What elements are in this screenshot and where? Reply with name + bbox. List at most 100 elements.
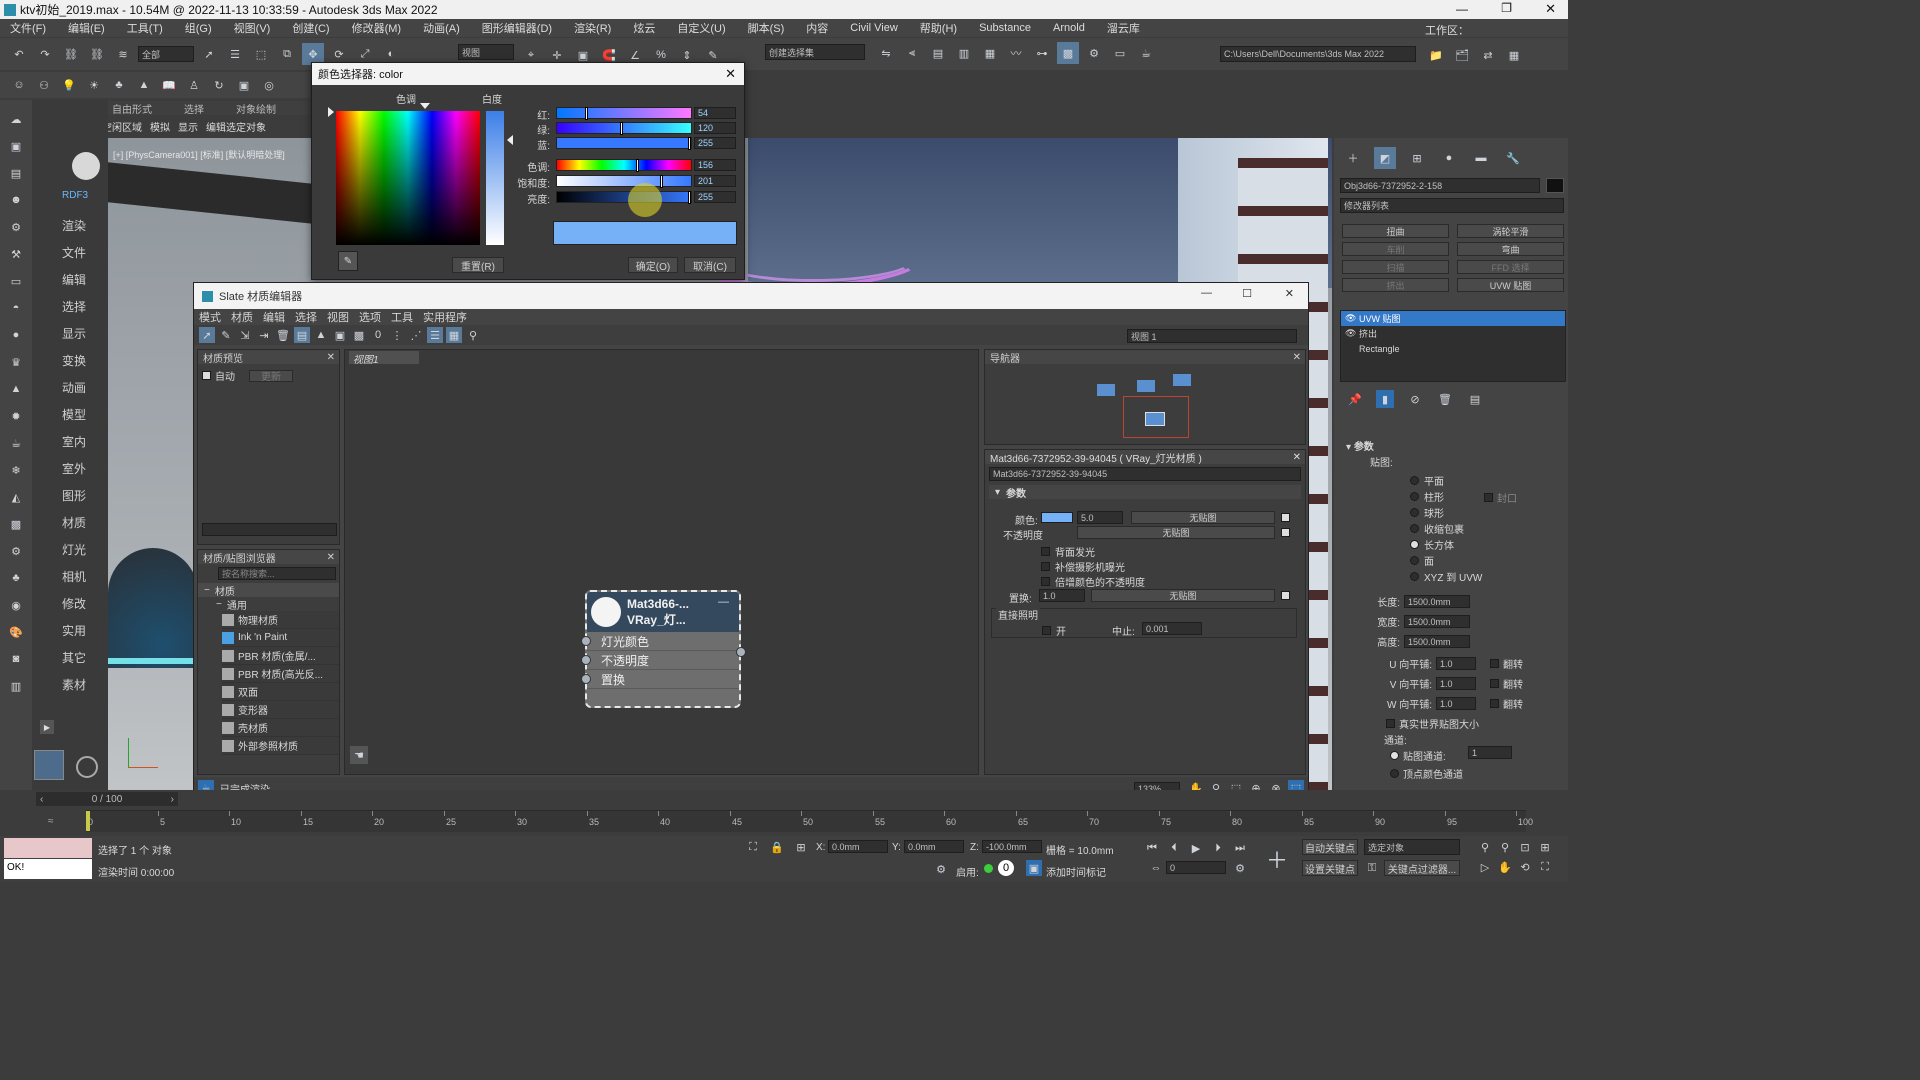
viewport-tile[interactable] xyxy=(34,750,64,780)
zoom-extents-all-icon[interactable]: ⊞ xyxy=(1536,838,1554,856)
sphere-icon[interactable]: ● xyxy=(5,324,27,346)
curve-editor-toggle[interactable]: ≈ xyxy=(48,816,54,827)
selected-object-dropdown[interactable]: 选定对象 xyxy=(1364,839,1460,855)
adaptive-degradation-icon[interactable]: ⚙ xyxy=(932,860,950,878)
assign-material-icon[interactable]: ⇥ xyxy=(256,327,272,343)
time-config-icon[interactable]: ⚙ xyxy=(1232,860,1248,876)
tile-spinner[interactable]: 1.0 xyxy=(1436,677,1476,690)
mapping-option[interactable]: 收缩包裹 xyxy=(1410,522,1482,536)
channel-value[interactable]: 54 xyxy=(694,107,736,119)
modifier-button[interactable]: 扫描 xyxy=(1342,260,1449,274)
sidebar-item[interactable]: 相机 xyxy=(62,568,110,585)
color-map-button[interactable]: 无贴图 xyxy=(1131,511,1275,524)
slate-view-dropdown[interactable]: 视图 1 xyxy=(1127,329,1297,343)
mapping-option[interactable]: 球形 xyxy=(1410,506,1482,520)
canvas-tab[interactable]: 视图1 xyxy=(349,351,419,366)
auto-checkbox[interactable] xyxy=(202,371,211,380)
isolate-icon[interactable]: ⛶ xyxy=(744,838,762,856)
ribbon-tab[interactable]: 选择 xyxy=(184,101,204,116)
color-picker-close[interactable]: ✕ xyxy=(725,66,736,82)
select-tool-icon[interactable]: ➚ xyxy=(199,327,215,343)
real-world-checkbox[interactable] xyxy=(1386,719,1395,728)
sun-icon[interactable]: ☀ xyxy=(83,74,105,96)
hue-saturation-field[interactable] xyxy=(336,111,480,245)
cloud-icon[interactable]: ☁ xyxy=(5,108,27,130)
color-multiplier[interactable]: 5.0 xyxy=(1077,511,1123,524)
channel-value[interactable]: 120 xyxy=(694,122,736,134)
sidebar-item[interactable]: 室外 xyxy=(62,460,110,477)
ribbon-toggle-icon[interactable]: ▦ xyxy=(979,42,1001,64)
slate-menu-item[interactable]: 视图 xyxy=(327,309,349,325)
browser-item[interactable]: Ink 'n Paint xyxy=(222,629,339,647)
show-in-viewport-icon[interactable]: ▲ xyxy=(313,327,329,343)
dimension-spinner[interactable]: 1500.0mm xyxy=(1404,595,1470,608)
material-node[interactable]: Mat3d66-... VRay_灯... — 灯光颜色 不透明度 置换 xyxy=(581,590,746,708)
go-to-start-icon[interactable]: ⏮ xyxy=(1144,840,1160,856)
node-slot[interactable]: 置换 xyxy=(581,670,739,689)
curve-editor-icon[interactable]: 〰 xyxy=(1005,42,1027,64)
ribbon-subtab[interactable]: 显示 xyxy=(178,119,198,134)
sidebar-item[interactable]: 图形 xyxy=(62,487,110,504)
tile-spinner[interactable]: 1.0 xyxy=(1436,697,1476,710)
dimension-spinner[interactable]: 1500.0mm xyxy=(1404,615,1470,628)
preview-close[interactable]: ✕ xyxy=(327,352,335,363)
layout-icon[interactable]: ▤ xyxy=(294,327,310,343)
channel-value[interactable]: 255 xyxy=(694,191,736,203)
channel-value[interactable]: 201 xyxy=(694,175,736,187)
modifier-button[interactable]: 弯曲 xyxy=(1457,242,1564,256)
plant-icon[interactable]: ♣ xyxy=(5,567,27,589)
slate-maximize-button[interactable]: ☐ xyxy=(1242,287,1252,300)
person-icon[interactable]: ☻ xyxy=(5,189,27,211)
background-icon[interactable]: ▣ xyxy=(332,327,348,343)
mapping-option[interactable]: 平面 xyxy=(1410,474,1482,488)
tools-icon[interactable]: ⚒ xyxy=(5,243,27,265)
tile-spinner[interactable]: 1.0 xyxy=(1436,657,1476,670)
browser-item[interactable]: 物理材质 xyxy=(222,611,339,629)
mapping-option[interactable]: XYZ 到 UVW xyxy=(1410,570,1482,584)
slate-menu-item[interactable]: 选项 xyxy=(359,309,381,325)
channel-slider[interactable] xyxy=(556,137,692,150)
node-output-socket[interactable] xyxy=(736,647,746,657)
key-mode-icon[interactable]: ⇔ xyxy=(1148,860,1164,876)
project-folder-icon[interactable]: 📁 xyxy=(1425,44,1447,66)
browser-item[interactable]: 壳材质 xyxy=(222,719,339,737)
channel-slider[interactable] xyxy=(556,191,692,204)
book-icon[interactable]: 📖 xyxy=(158,74,180,96)
hierarchy-icon[interactable]: ⚙ xyxy=(5,216,27,238)
node-canvas[interactable]: 视图1 Mat3d66-... VRay_灯... — 灯光颜色 不透明度 置换 ☚ xyxy=(344,349,979,775)
params-toggle-icon[interactable]: ▦ xyxy=(446,327,462,343)
hue-indicator[interactable] xyxy=(420,103,430,109)
remove-modifier-icon[interactable]: 🗑 xyxy=(1436,390,1454,408)
menu-item[interactable]: 炫云 xyxy=(633,20,655,36)
project-settings-icon[interactable]: 🗂 xyxy=(1451,44,1473,66)
modifier-list-dropdown[interactable]: 修改器列表 xyxy=(1340,198,1564,213)
view-dropdown[interactable]: 视图 xyxy=(458,44,514,60)
slate-menu-item[interactable]: 编辑 xyxy=(263,309,285,325)
slate-menu-item[interactable]: 工具 xyxy=(391,309,413,325)
menu-item[interactable]: 自定义(U) xyxy=(677,20,725,36)
minimize-button[interactable]: — xyxy=(1456,2,1468,16)
bulb-icon[interactable]: ♙ xyxy=(183,74,205,96)
mapping-radio[interactable] xyxy=(1410,556,1419,565)
hand-icon[interactable]: ☚ xyxy=(350,746,368,764)
zoom-all-icon[interactable]: ⚲ xyxy=(1496,838,1514,856)
named-selection-set[interactable]: 创建选择集 xyxy=(765,44,865,60)
menu-item[interactable]: 帮助(H) xyxy=(920,20,957,36)
time-tag-icon[interactable]: 0 xyxy=(998,860,1014,876)
dimension-spinner[interactable]: 1500.0mm xyxy=(1404,635,1470,648)
opacity-map-check[interactable] xyxy=(1281,528,1290,537)
cutoff-value[interactable]: 0.001 xyxy=(1142,622,1202,635)
modifier-button[interactable]: UVW 贴图 xyxy=(1457,278,1564,292)
slate-menu-item[interactable]: 材质 xyxy=(231,309,253,325)
visibility-eye-icon[interactable]: 👁 xyxy=(1345,328,1356,339)
slider-knob[interactable] xyxy=(688,137,692,150)
configure-sets-icon[interactable]: ▤ xyxy=(1466,390,1484,408)
material-editor-icon[interactable]: ▩ xyxy=(1057,42,1079,64)
scene-explorer-icon[interactable]: ▥ xyxy=(953,42,975,64)
lens-icon[interactable]: ◉ xyxy=(5,594,27,616)
set-key-icon[interactable]: ＋ xyxy=(1262,844,1292,874)
window-icon[interactable]: ▭ xyxy=(5,270,27,292)
sidebar-item[interactable]: 编辑 xyxy=(62,271,110,288)
node-input-socket[interactable] xyxy=(581,636,591,646)
mapping-radio[interactable] xyxy=(1410,540,1419,549)
